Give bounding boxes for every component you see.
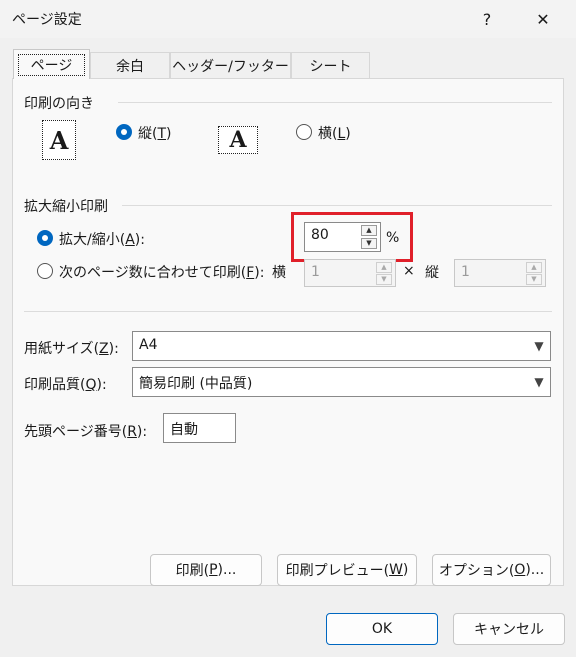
landscape-label[interactable]: 横(L) (318, 123, 351, 143)
first-page-number-label: 先頭ページ番号(R): (24, 424, 148, 440)
pages-tall-label: 縦 (425, 265, 439, 281)
orientation-section-label: 印刷の向き (24, 96, 94, 112)
help-icon[interactable]: ? (464, 0, 510, 38)
pages-wide-label: 横 (272, 265, 286, 281)
pages-wide-spinner[interactable]: 1 ▲ ▼ (304, 259, 396, 287)
paper-separator (24, 311, 552, 312)
first-page-number-value: 自動 (170, 422, 198, 438)
spin-up-icon[interactable]: ▲ (361, 225, 377, 236)
print-quality-dropdown[interactable]: 簡易印刷 (中品質) ▼ (132, 367, 551, 397)
print-quality-label: 印刷品質(Q): (24, 377, 107, 393)
portrait-page-icon: A (42, 120, 76, 160)
print-button[interactable]: 印刷(P)... (150, 554, 262, 586)
pages-tall-spinner[interactable]: 1 ▲ ▼ (454, 259, 546, 287)
portrait-label[interactable]: 縦(T) (138, 123, 172, 143)
adjust-to-radio[interactable] (37, 230, 53, 246)
landscape-page-icon: A (218, 126, 258, 154)
adjust-to-label[interactable]: 拡大/縮小(A): (59, 229, 145, 249)
close-icon[interactable]: ✕ (520, 0, 566, 38)
scale-percent-spinner[interactable]: 80 ▲ ▼ (304, 222, 381, 252)
spin-up-icon[interactable]: ▲ (376, 262, 392, 273)
print-quality-value: 簡易印刷 (中品質) (139, 376, 253, 392)
fit-to-radio[interactable] (37, 263, 53, 279)
spin-down-icon[interactable]: ▼ (526, 274, 542, 285)
dialog-title: ページ設定 (12, 12, 82, 28)
chevron-down-icon: ▼ (534, 339, 544, 353)
pages-wide-value: 1 (311, 264, 320, 280)
tab-page[interactable]: ページ (13, 49, 90, 79)
ok-button[interactable]: OK (326, 613, 438, 645)
scale-percent-value: 80 (311, 227, 329, 243)
scaling-separator (122, 205, 552, 206)
tab-margins[interactable]: 余白 (90, 52, 170, 78)
first-page-number-input[interactable]: 自動 (163, 413, 236, 443)
orientation-separator (118, 102, 552, 103)
chevron-down-icon: ▼ (534, 375, 544, 389)
paper-size-value: A4 (139, 337, 158, 353)
spin-down-icon[interactable]: ▼ (376, 274, 392, 285)
options-button[interactable]: オプション(O)... (432, 554, 551, 586)
spin-down-icon[interactable]: ▼ (361, 238, 377, 249)
paper-size-label: 用紙サイズ(Z): (24, 341, 119, 357)
fit-to-label[interactable]: 次のページ数に合わせて印刷(F): (59, 262, 264, 282)
percent-unit: % (386, 230, 400, 246)
tab-sheet[interactable]: シート (291, 52, 370, 78)
portrait-radio[interactable] (116, 124, 132, 140)
print-preview-button[interactable]: 印刷プレビュー(W) (277, 554, 417, 586)
cancel-button[interactable]: キャンセル (453, 613, 565, 645)
spin-up-icon[interactable]: ▲ (526, 262, 542, 273)
scaling-section-label: 拡大縮小印刷 (24, 199, 108, 215)
landscape-radio[interactable] (296, 124, 312, 140)
pages-tall-value: 1 (461, 264, 470, 280)
paper-size-dropdown[interactable]: A4 ▼ (132, 331, 551, 361)
times-sign: × (403, 263, 415, 279)
tab-header-footer[interactable]: ヘッダー/フッター (170, 52, 291, 78)
